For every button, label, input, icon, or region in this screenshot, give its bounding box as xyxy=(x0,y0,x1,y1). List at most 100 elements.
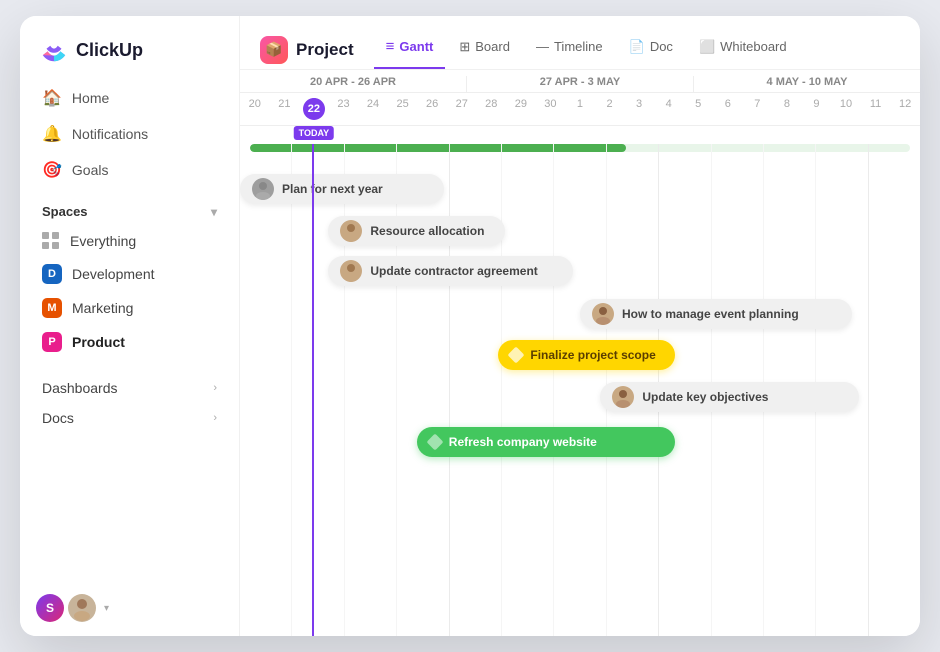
everything-grid-icon xyxy=(42,232,60,250)
main-header: 📦 Project ≡ Gantt ⊞ Board — Timeline 📄 xyxy=(240,16,920,70)
day-9: 9 xyxy=(802,96,832,122)
today-line xyxy=(312,144,314,636)
date-group-2: 27 APR - 3 MAY xyxy=(467,76,694,92)
sidebar-item-home[interactable]: 🏠 Home xyxy=(30,80,229,116)
sidebar-item-dashboards[interactable]: Dashboards › xyxy=(30,373,229,403)
tab-board[interactable]: ⊞ Board xyxy=(447,31,522,69)
day-20: 20 xyxy=(240,96,270,122)
user-avatar-img xyxy=(68,594,96,622)
date-group-1: 20 APR - 26 APR xyxy=(240,76,467,92)
day-22-today: 22 TODAY xyxy=(299,96,329,122)
task-plan-label: Plan for next year xyxy=(282,182,383,196)
sidebar-bottom: S ▾ xyxy=(20,580,239,636)
project-icon: 📦 xyxy=(260,36,288,64)
project-title: Project xyxy=(296,40,354,60)
task-refresh-label: Refresh company website xyxy=(449,435,597,449)
day-25: 25 xyxy=(388,96,418,122)
task-refresh[interactable]: Refresh company website xyxy=(417,427,675,457)
sidebar-item-marketing[interactable]: M Marketing xyxy=(30,291,229,325)
day-28: 28 xyxy=(477,96,507,122)
day-7: 7 xyxy=(743,96,773,122)
task-resource[interactable]: Resource allocation xyxy=(328,216,505,246)
task-contractor-label: Update contractor agreement xyxy=(370,264,537,278)
whiteboard-tab-label: Whiteboard xyxy=(720,39,786,54)
task-plan-avatar xyxy=(252,178,274,200)
tab-timeline[interactable]: — Timeline xyxy=(524,31,615,68)
avatar-s[interactable]: S xyxy=(36,594,64,622)
tab-gantt[interactable]: ≡ Gantt xyxy=(374,30,446,69)
sidebar-item-product-label: Product xyxy=(72,334,125,350)
goals-icon: 🎯 xyxy=(42,160,62,180)
day-12: 12 xyxy=(890,96,920,122)
marketing-dot: M xyxy=(42,298,62,318)
task-resource-avatar xyxy=(340,220,362,242)
day-24: 24 xyxy=(358,96,388,122)
tabs: ≡ Gantt ⊞ Board — Timeline 📄 Doc ⬜ Wh xyxy=(374,30,799,69)
spaces-chevron-icon[interactable]: ▾ xyxy=(211,205,217,219)
task-key-objectives[interactable]: Update key objectives xyxy=(600,382,858,412)
app-window: ClickUp 🏠 Home 🔔 Notifications 🎯 Goals S… xyxy=(20,16,920,636)
progress-bar-row xyxy=(240,144,920,154)
sidebar-item-home-label: Home xyxy=(72,90,109,106)
timeline-tab-icon: — xyxy=(536,39,549,54)
sidebar-item-product[interactable]: P Product xyxy=(30,325,229,359)
task-finalize-diamond xyxy=(508,347,525,364)
board-tab-icon: ⊞ xyxy=(459,39,470,55)
date-groups: 20 APR - 26 APR 27 APR - 3 MAY 4 MAY - 1… xyxy=(240,70,920,93)
task-objectives-label: Update key objectives xyxy=(642,390,768,404)
sidebar-item-goals-label: Goals xyxy=(72,162,109,178)
doc-tab-icon: 📄 xyxy=(629,39,645,55)
day-10: 10 xyxy=(831,96,861,122)
task-contractor[interactable]: Update contractor agreement xyxy=(328,256,573,286)
task-event-planning[interactable]: How to manage event planning xyxy=(580,299,852,329)
day-2: 2 xyxy=(595,96,625,122)
whiteboard-tab-icon: ⬜ xyxy=(699,39,715,55)
task-objectives-avatar xyxy=(612,386,634,408)
day-11: 11 xyxy=(861,96,891,122)
tab-whiteboard[interactable]: ⬜ Whiteboard xyxy=(687,31,799,69)
sidebar-item-docs[interactable]: Docs › xyxy=(30,403,229,433)
gantt-chart: 20 APR - 26 APR 27 APR - 3 MAY 4 MAY - 1… xyxy=(240,70,920,636)
sidebar-item-everything[interactable]: Everything xyxy=(30,225,229,257)
day-29: 29 xyxy=(506,96,536,122)
home-icon: 🏠 xyxy=(42,88,62,108)
task-plan[interactable]: Plan for next year xyxy=(240,174,444,204)
clickup-logo-icon xyxy=(40,36,68,64)
today-label: TODAY xyxy=(294,126,335,140)
sidebar-item-notifications[interactable]: 🔔 Notifications xyxy=(30,116,229,152)
task-refresh-diamond xyxy=(426,434,443,451)
day-26: 26 xyxy=(417,96,447,122)
tab-doc[interactable]: 📄 Doc xyxy=(617,31,685,69)
day-30: 30 xyxy=(536,96,566,122)
day-27: 27 xyxy=(447,96,477,122)
task-finalize[interactable]: Finalize project scope xyxy=(498,340,675,370)
sidebar-item-docs-label: Docs xyxy=(42,410,74,426)
sidebar-item-development-label: Development xyxy=(72,266,155,282)
sidebar-item-development[interactable]: D Development xyxy=(30,257,229,291)
sidebar-item-goals[interactable]: 🎯 Goals xyxy=(30,152,229,188)
date-group-3: 4 MAY - 10 MAY xyxy=(694,76,920,92)
day-6: 6 xyxy=(713,96,743,122)
gantt-tab-label: Gantt xyxy=(399,39,433,54)
task-contractor-avatar xyxy=(340,260,362,282)
task-event-avatar xyxy=(592,303,614,325)
day-3: 3 xyxy=(624,96,654,122)
sidebar-nav: 🏠 Home 🔔 Notifications 🎯 Goals Spaces ▾ xyxy=(20,80,239,580)
board-tab-label: Board xyxy=(475,39,510,54)
day-23: 23 xyxy=(329,96,359,122)
day-4: 4 xyxy=(654,96,684,122)
product-dot: P xyxy=(42,332,62,352)
day-1: 1 xyxy=(565,96,595,122)
task-resource-label: Resource allocation xyxy=(370,224,484,238)
task-finalize-label: Finalize project scope xyxy=(530,348,655,362)
day-5: 5 xyxy=(683,96,713,122)
sidebar: ClickUp 🏠 Home 🔔 Notifications 🎯 Goals S… xyxy=(20,16,240,636)
avatar-user[interactable] xyxy=(68,594,96,622)
day-8: 8 xyxy=(772,96,802,122)
user-menu-chevron-icon[interactable]: ▾ xyxy=(104,603,109,614)
app-name: ClickUp xyxy=(76,40,143,61)
gantt-body: Plan for next year Resource allocation xyxy=(240,144,920,636)
day-21: 21 xyxy=(270,96,300,122)
sidebar-item-notifications-label: Notifications xyxy=(72,126,148,142)
dashboards-chevron-icon: › xyxy=(213,382,217,394)
